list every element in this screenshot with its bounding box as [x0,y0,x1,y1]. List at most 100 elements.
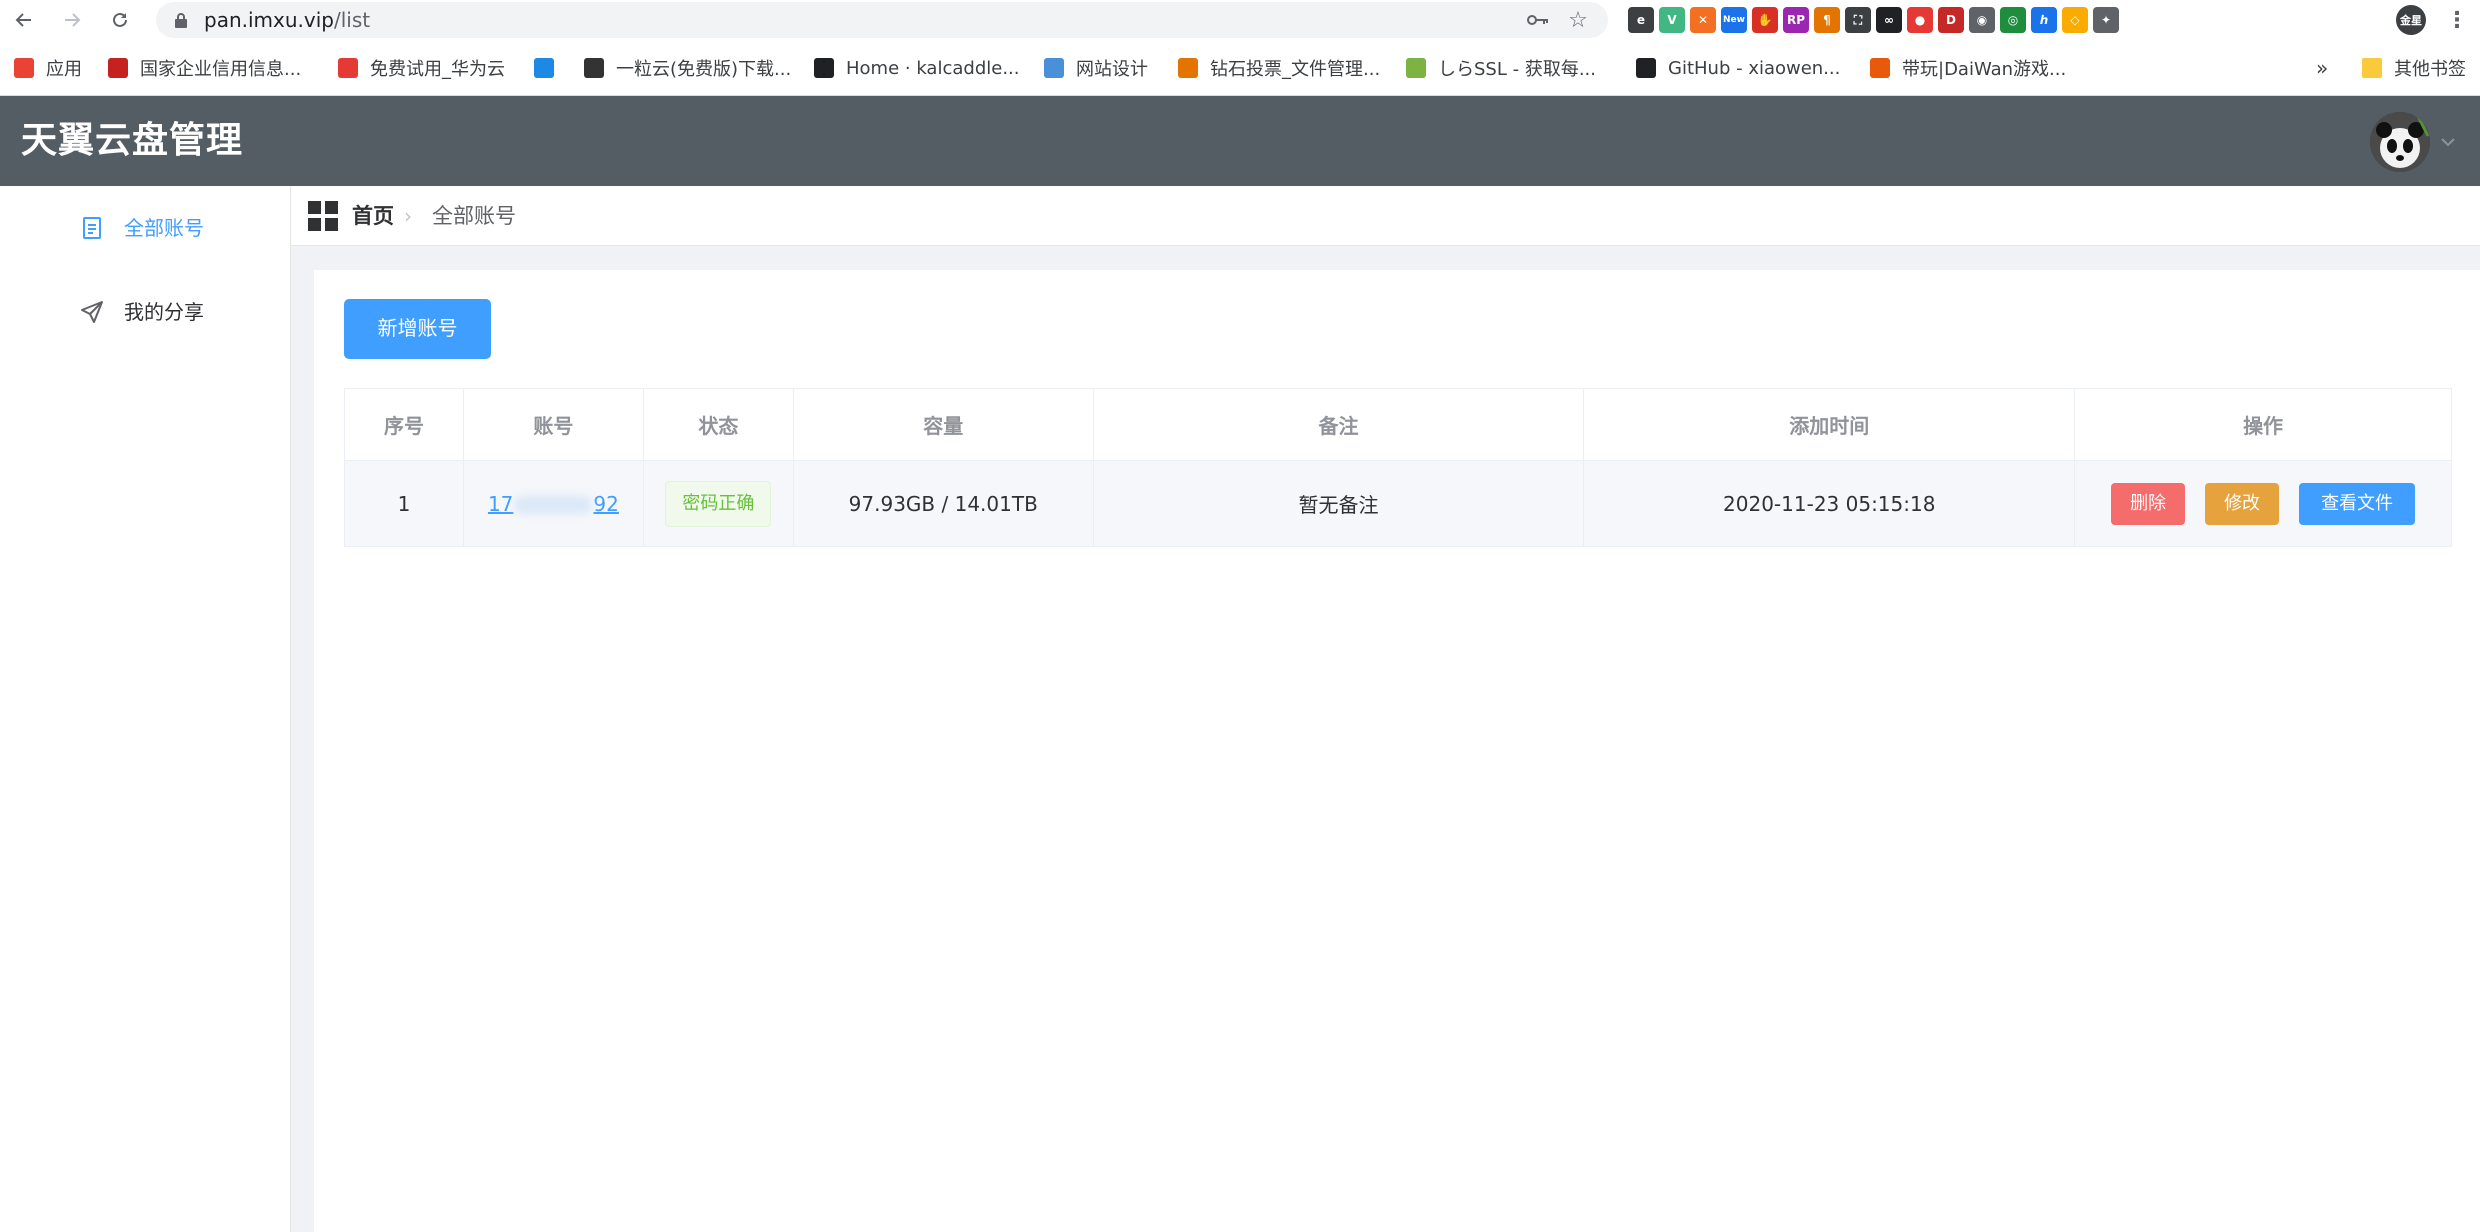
cell-status: 密码正确 [642,460,794,547]
user-avatar[interactable] [2370,112,2430,172]
red-hand-icon[interactable]: ✋ [1752,7,1778,33]
add-account-button[interactable]: 新增账号 [344,299,491,359]
orange-box-icon[interactable]: ◇ [2062,7,2088,33]
bookmark-item[interactable]: GitHub - xiaowen... [1636,52,1840,84]
bookmark-item[interactable]: 一粒云(免费版)下载... [584,52,791,84]
accounts-panel: 新增账号 序号 账号 状态 容量 备注 添加时间 操作 1 17 92 密码正确… [314,270,2480,1232]
bookmark-item[interactable]: 网站设计 [1044,52,1148,84]
bookmark-item[interactable]: 免费试用_华为云 [338,52,505,84]
cell-added-time: 2020-11-23 05:15:18 [1583,460,2076,547]
document-icon [80,216,104,240]
main-content: 首页 › 全部账号 新增账号 序号 账号 状态 容量 备注 添加时间 操作 1 … [291,186,2480,1232]
column-header-actions: 操作 [2074,388,2452,461]
bookmark-item[interactable]: 国家企业信用信息... [108,52,301,84]
menu-kebab-icon[interactable]: ⋮ [2444,7,2470,33]
new-badge-icon[interactable]: New [1721,7,1747,33]
cell-account: 17 92 [462,460,644,547]
view-files-button[interactable]: 查看文件 [2299,482,2416,525]
daiwan-icon [1870,58,1890,78]
other-bookmarks[interactable]: 其他书签 [2362,52,2466,84]
sidebar-item-all-accounts[interactable]: 全部账号 [0,186,290,270]
key-icon[interactable] [1526,8,1550,32]
sidebar-item-my-shares[interactable]: 我的分享 [0,270,290,354]
bookmark-label: 国家企业信用信息... [140,59,302,80]
folder-icon [2362,58,2382,78]
profile-avatar[interactable]: 金星 [2396,5,2426,35]
account-suffix: 92 [593,491,619,516]
breadcrumb-current: 全部账号 [432,204,516,228]
edge-e-icon[interactable]: e [1628,7,1654,33]
app-header: 天翼云盘管理 [0,96,2480,186]
chevron-down-icon[interactable] [2440,132,2456,151]
status-badge: 密码正确 [665,480,772,527]
panda-avatar-icon [2370,112,2430,172]
apps-grid-icon [14,58,34,78]
delete-button[interactable]: 删除 [2111,482,2186,525]
paragraph-icon[interactable]: ¶ [1814,7,1840,33]
bookmark-label: 网站设计 [1076,59,1148,80]
yiliyun-icon [584,58,604,78]
column-header-account: 账号 [462,388,644,461]
account-link[interactable]: 17 92 [488,492,619,516]
hh-icon[interactable]: ℎ [2031,7,2057,33]
column-header-status: 状态 [642,388,794,461]
bookmark-label: 钻石投票_文件管理... [1210,59,1381,80]
camera-icon[interactable]: ◉ [1969,7,1995,33]
forward-arrow-icon[interactable] [56,4,88,36]
table-header-row: 序号 账号 状态 容量 备注 添加时间 操作 [344,388,2452,461]
bookmark-label: GitHub - xiaowen... [1668,57,1841,79]
url-text: pan.imxu.vip/list [204,2,370,38]
sidebar: 全部账号 我的分享 [0,186,291,1232]
bookmark-item[interactable]: しらSSL - 获取每... [1406,52,1596,84]
glasses-icon[interactable]: ∞ [1876,7,1902,33]
green-chat-icon[interactable]: ◎ [2000,7,2026,33]
bookmark-label: しらSSL - 获取每... [1438,59,1596,80]
back-arrow-icon[interactable] [8,4,40,36]
bookmark-item[interactable]: Home · kalcaddle... [814,52,1019,84]
bookmark-item[interactable]: 带玩|DaiWan游戏... [1870,52,2066,84]
ssl-icon [1406,58,1426,78]
column-header-added-time: 添加时间 [1583,388,2076,461]
orange-circle-icon[interactable]: ✕ [1690,7,1716,33]
table-row: 1 17 92 密码正确 97.93GB / 14.01TB 暂无备注 2020-… [344,460,2452,547]
axure-rp-icon[interactable]: RP [1783,7,1809,33]
app-title: 天翼云盘管理 [21,120,244,161]
grid-icon [308,201,338,231]
bookmark-item[interactable] [534,52,566,84]
cell-note: 暂无备注 [1092,460,1585,547]
emblem-icon [108,58,128,78]
bookmarks-overflow-chevron[interactable]: » [2316,52,2328,84]
bookmark-label: 应用 [46,59,82,80]
dt-icon[interactable]: D [1938,7,1964,33]
redacted-blur [514,496,593,514]
github-icon [814,58,834,78]
cloud-icon [1044,58,1064,78]
bookmark-item[interactable]: 钻石投票_文件管理... [1178,52,1380,84]
address-bar[interactable]: pan.imxu.vip/list ☆ [156,2,1608,38]
bookmark-item[interactable]: 应用 [14,52,82,84]
screenshot-frame-icon[interactable]: ⛶ [1845,7,1871,33]
github-icon [1636,58,1656,78]
breadcrumb-home[interactable]: 首页 [352,186,394,246]
puzzle-icon[interactable]: ✦ [2093,7,2119,33]
url-path: /list [333,8,371,32]
breadcrumb: 首页 › 全部账号 [291,186,2480,246]
bookmarks-bar: 应用 国家企业信用信息... 免费试用_华为云 一粒云(免费版)下载... Home ·… [0,40,2480,96]
bookmark-label: Home · kalcaddle... [846,57,1020,79]
star-icon[interactable]: ☆ [1566,8,1590,33]
lock-icon [174,12,188,32]
cell-index: 1 [344,460,464,547]
red-dot-icon[interactable]: ● [1907,7,1933,33]
huawei-icon [338,58,358,78]
browser-toolbar: pan.imxu.vip/list ☆ e V ✕ New ✋ RP ¶ ⛶ ∞ ● D ◉ ◎ ℎ ◇ ✦ … [0,0,2480,40]
send-icon [80,300,104,324]
vue-icon[interactable]: V [1659,7,1685,33]
sidebar-item-label: 全部账号 [124,216,204,240]
url-host: pan.imxu.vip [204,8,334,32]
edit-button[interactable]: 修改 [2205,482,2280,525]
reload-icon[interactable] [104,4,136,36]
other-bookmarks-label: 其他书签 [2394,59,2466,80]
accounts-table: 序号 账号 状态 容量 备注 添加时间 操作 1 17 92 密码正确 97.9… [344,388,2452,547]
breadcrumb-separator: › [404,204,412,228]
cell-actions: 删除 修改 查看文件 [2074,460,2452,547]
